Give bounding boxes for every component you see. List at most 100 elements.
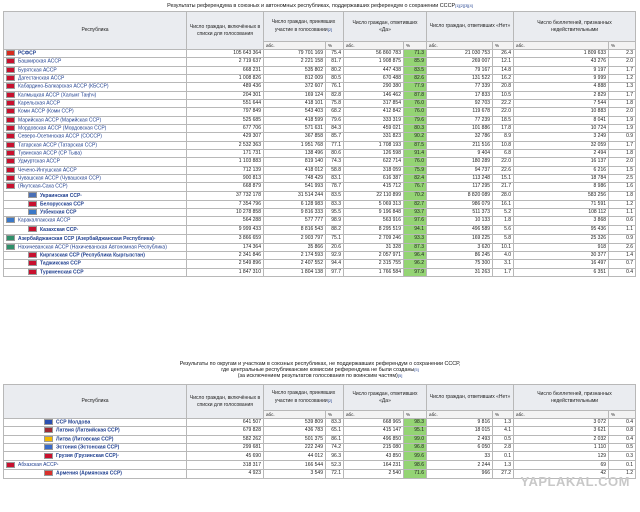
cell-value: 1.9: [608, 123, 637, 134]
republic-name[interactable]: Белорусская ССР: [3, 199, 187, 209]
cell-value: 2 032: [513, 434, 610, 445]
republic-name[interactable]: Коми АССР (Коми ССР): [3, 107, 187, 117]
cell-value: 0.1: [492, 451, 515, 462]
col-invalid[interactable]: Число бюллетеней, признанных недействите…: [513, 11, 637, 42]
cell-value: 96.2: [402, 259, 428, 269]
cell-value: 211 516: [426, 140, 494, 150]
table-row: Чувашская АССР (Чувашская ССР) 900 813 748…: [3, 173, 637, 184]
sub-abs: абс.: [513, 41, 610, 50]
cell-value: 95.1: [402, 426, 428, 436]
republic-name[interactable]: Литва (Литовская ССР): [3, 434, 187, 445]
cell-value: 84.3: [325, 123, 344, 134]
cell-value: 496 850: [343, 434, 404, 445]
cell-value: 418 101: [263, 98, 326, 109]
republic-name[interactable]: Узбекская ССР: [3, 207, 187, 218]
republic-name[interactable]: Эстония (Эстонская ССР): [3, 442, 187, 453]
republic-name[interactable]: Киргизская ССР (Республика Кыргызстан): [3, 250, 187, 261]
cell-value: 2 719 637: [186, 57, 264, 67]
republic-name[interactable]: Карельская АССР: [3, 98, 187, 109]
col-republic[interactable]: Республика: [3, 11, 187, 50]
republic-name[interactable]: Тувинская АССР (СР Тыва): [3, 148, 187, 159]
cell-value: 1.6: [608, 182, 637, 192]
republic-name[interactable]: ССР Молдова: [3, 417, 187, 428]
republic-name[interactable]: Чечено-Ингушская АССР: [3, 165, 187, 175]
table-row: Украинская ССР* 37 732 178 31 514 244 83.5 2…: [3, 190, 637, 201]
republic-name[interactable]: Армения (Армянская ССР): [3, 469, 187, 479]
republic-name[interactable]: Чувашская АССР (Чувашская ССР): [3, 173, 187, 184]
cell-value: 72.1: [325, 469, 344, 479]
republic-name[interactable]: (Якутская-Саха ССР): [3, 182, 187, 192]
cell-value: 16.2: [492, 73, 515, 84]
cell-value: 918: [513, 242, 610, 252]
cell-value: 76.0: [402, 107, 428, 117]
republic-name[interactable]: Удмуртская АССР: [3, 157, 187, 167]
republic-name[interactable]: Татарская АССР (Татарская ССР): [3, 140, 187, 150]
col-no[interactable]: Число граждан, ответивших «Нет»: [426, 11, 515, 42]
republic-name[interactable]: Украинская ССР*: [3, 190, 187, 201]
cell-value: 126 598: [343, 148, 404, 159]
cell-value: 15.1: [492, 173, 515, 184]
cell-value: 668 879: [186, 182, 264, 192]
republic-name[interactable]: Нахичеванская АССР (Нахичеванская Автоно…: [3, 242, 187, 252]
cell-value: 32 786: [426, 132, 494, 142]
cell-value: 75.9: [402, 165, 428, 175]
cell-value: 26.4: [492, 48, 515, 59]
cell-value: 2 341 846: [186, 250, 264, 261]
col-yes[interactable]: Число граждан, ответивших «Да»: [342, 11, 428, 42]
republic-name[interactable]: Дагестанская АССР: [3, 73, 187, 84]
col-voters[interactable]: Число граждан, включённых в списки для г…: [186, 11, 264, 50]
cell-value: 10 278 858: [186, 207, 264, 218]
republic-name[interactable]: Абхазская АССР*: [3, 460, 187, 471]
watermark: YAPLAKAL.COM: [520, 474, 630, 489]
republic-name[interactable]: Башкирская АССР: [3, 57, 187, 67]
table2-caption: Результаты по округам и участкам в союзн…: [179, 361, 461, 379]
col-yes[interactable]: Число граждан, ответивших «Да»: [342, 384, 428, 411]
republic-name[interactable]: Каракалпакская АССР: [3, 216, 187, 226]
sub-abs: абс.: [343, 41, 404, 50]
republic-name[interactable]: Северо-Осетинская АССР (СОССР): [3, 132, 187, 142]
cell-value: 31 263: [426, 267, 494, 277]
table-row: Карельская АССР 551 644 418 101 75.8 317 854…: [3, 98, 637, 109]
republic-name[interactable]: Марийская АССР (Марийская ССР): [3, 115, 187, 125]
flag-icon: [6, 150, 15, 156]
republic-name[interactable]: Бурятская АССР: [3, 65, 187, 76]
sub-pct: %: [608, 410, 637, 419]
col-participated[interactable]: Число граждан, принявших участие в голос…: [263, 384, 344, 411]
cell-value: 564 288: [186, 216, 264, 226]
col-participated[interactable]: Число граждан, принявших участие в голос…: [263, 11, 344, 42]
republic-name[interactable]: Калмыцкая АССР (Хальмг Таңһч): [3, 90, 187, 100]
col-republic[interactable]: Республика: [3, 384, 187, 419]
flag-icon: [6, 244, 15, 250]
republic-name[interactable]: Мордовская АССР (Мордовская ССР): [3, 123, 187, 134]
republic-name[interactable]: Латвия (Латвийская ССР): [3, 426, 187, 436]
cell-value: 2.3: [608, 48, 637, 59]
col-voters[interactable]: Число граждан, включённых в списки для г…: [186, 384, 264, 419]
republic-name[interactable]: Таджикская ССР: [3, 259, 187, 269]
flag-icon: [6, 133, 15, 140]
republic-name[interactable]: РСФСР: [3, 48, 187, 59]
cell-value: 75 300: [426, 259, 494, 269]
cell-value: 80.5: [325, 73, 344, 84]
cell-value: 1 908 875: [343, 57, 404, 67]
flag-icon: [28, 269, 37, 275]
cell-value: 0.1: [608, 460, 637, 471]
cell-value: 670 488: [343, 73, 404, 84]
col-invalid[interactable]: Число бюллетеней, признанных недействите…: [513, 384, 637, 411]
cell-value: 68.2: [325, 107, 344, 117]
republic-name[interactable]: Грузия (Грузинская ССР)*: [3, 451, 187, 462]
republic-name[interactable]: Кабардино-Балкарская АССР (КБССР): [3, 82, 187, 92]
republic-name[interactable]: Туркменская ССР: [3, 267, 187, 277]
cell-value: 2 057 971: [343, 250, 404, 261]
cell-value: 22.0: [492, 157, 515, 167]
col-no[interactable]: Число граждан, ответивших «Нет»: [426, 384, 515, 411]
cell-value: 8 816 543: [263, 224, 326, 235]
cell-value: 4.1: [492, 426, 515, 436]
republic-name[interactable]: Казахская ССР*: [3, 224, 187, 235]
cell-value: 95 436: [513, 224, 610, 235]
cell-value: 20.6: [325, 242, 344, 252]
cell-value: 8.9: [492, 132, 515, 142]
table-row: Казахская ССР* 9 999 433 8 816 543 88.2 8 29…: [3, 224, 637, 235]
cell-value: 8 986: [513, 182, 610, 192]
republic-name[interactable]: Азербайджанская ССР (Азербайджанская Рес…: [3, 233, 187, 244]
cell-value: 17 833: [426, 90, 494, 100]
